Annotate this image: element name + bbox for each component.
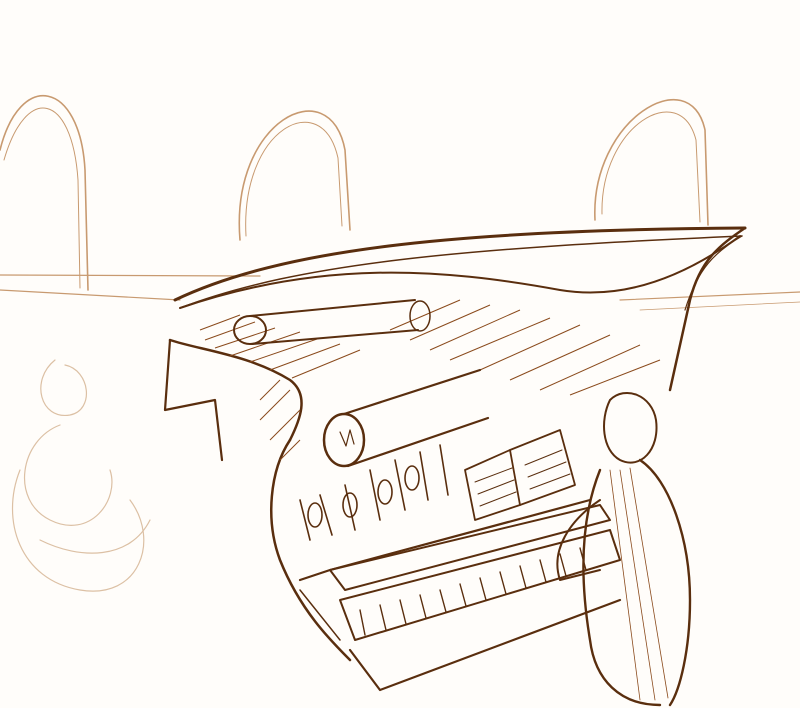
sepia-pencil-sketch bbox=[0, 0, 800, 708]
